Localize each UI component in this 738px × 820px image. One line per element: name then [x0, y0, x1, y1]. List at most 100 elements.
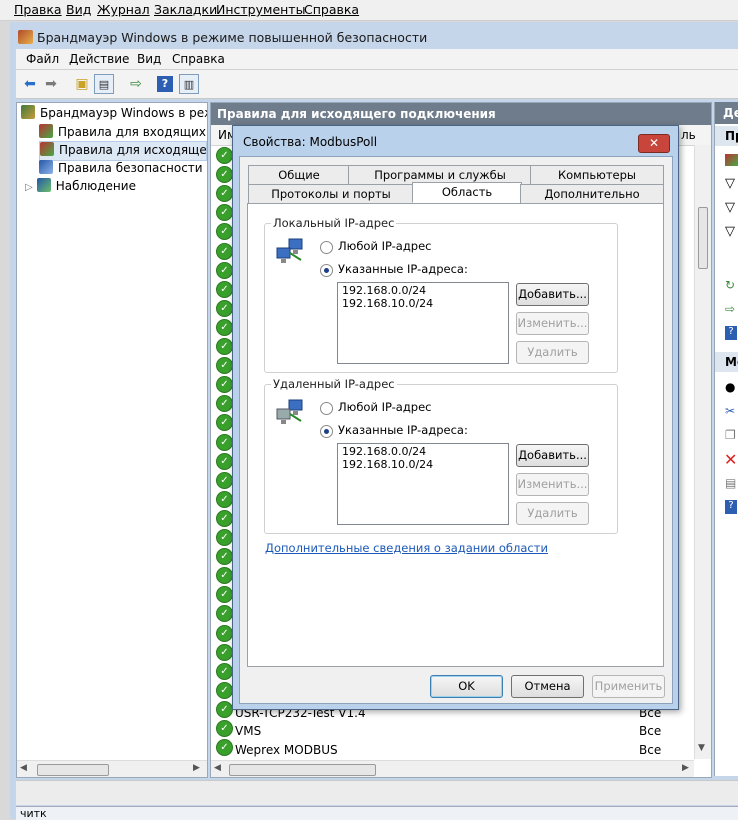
mmc-menu-file[interactable]: Файл: [26, 52, 59, 66]
mmc-menu-view[interactable]: Вид: [137, 52, 161, 66]
visible-rows: USR-TCP232-Test V1.4 Все VMS Все Weprex …: [211, 703, 691, 763]
export-list-icon[interactable]: ⇨: [725, 302, 735, 316]
list-item[interactable]: 192.168.0.0/24: [342, 445, 504, 458]
help-icon[interactable]: ?: [725, 500, 737, 514]
list-item[interactable]: VMS: [235, 724, 261, 738]
show-tree-icon[interactable]: ▤: [94, 74, 114, 94]
tab-protocols[interactable]: Протоколы и порты: [248, 184, 414, 204]
rule-enabled-icon: ✓: [216, 643, 233, 661]
list-item[interactable]: 192.168.10.0/24: [342, 297, 504, 310]
tab-computers[interactable]: Компьютеры: [530, 165, 664, 185]
menu-edit[interactable]: Правка: [14, 2, 62, 17]
scroll-left-icon[interactable]: ◀: [20, 763, 27, 773]
taskbar-item[interactable]: читк: [20, 807, 47, 820]
remote-edit-button[interactable]: Изменить...: [516, 473, 589, 496]
rule-enabled-icon: ✓: [216, 395, 233, 413]
local-edit-button[interactable]: Изменить...: [516, 312, 589, 335]
new-rule-icon[interactable]: [725, 154, 738, 166]
scope-help-link[interactable]: Дополнительные сведения о задании област…: [265, 541, 548, 555]
filter-icon[interactable]: ▽: [725, 200, 735, 215]
disable-rule-icon[interactable]: ●: [725, 380, 735, 394]
remote-add-button[interactable]: Добавить...: [516, 444, 589, 467]
tree-item-root[interactable]: Брандмауэр Windows в режим: [21, 105, 207, 123]
menu-bookmarks[interactable]: Закладки: [154, 2, 217, 17]
rule-enabled-icon: ✓: [216, 414, 233, 432]
tab-scope[interactable]: Область: [412, 182, 522, 203]
rule-enabled-icon: ✓: [216, 509, 233, 527]
column-profile[interactable]: ль: [681, 128, 696, 142]
mmc-menu-action[interactable]: Действие: [69, 52, 129, 66]
list-item-profile: Все: [639, 724, 662, 738]
remote-specified-ip-radio[interactable]: [320, 425, 333, 438]
tab-advanced[interactable]: Дополнительно: [520, 184, 664, 204]
mmc-toolbar: ⬅ ➡ ▣ ▤ ⇨ ? ▥: [16, 70, 738, 99]
menu-history[interactable]: Журнал: [97, 2, 150, 17]
remote-any-ip-radio[interactable]: [320, 402, 333, 415]
cancel-button[interactable]: Отмена: [511, 675, 584, 698]
mmc-title-bar: Брандмауэр Windows в режиме повышенной б…: [10, 26, 738, 48]
expander-icon[interactable]: ▷: [25, 182, 33, 193]
cut-icon[interactable]: ✂: [725, 404, 735, 418]
local-ip-group-label: Локальный IP-адрес: [271, 216, 397, 230]
local-specified-ip-radio[interactable]: [320, 264, 333, 277]
menu-view[interactable]: Вид: [66, 2, 91, 17]
filter-icon[interactable]: ▽: [725, 176, 735, 191]
close-icon[interactable]: ✕: [638, 134, 670, 153]
rule-enabled-icon: ✓: [216, 567, 233, 585]
filter-icon[interactable]: ▽: [725, 224, 735, 239]
back-icon[interactable]: ⬅: [20, 74, 40, 94]
mmc-menu-help[interactable]: Справка: [172, 52, 225, 66]
mmc-menu-bar: Файл Действие Вид Справка: [16, 49, 738, 70]
up-folder-icon[interactable]: ▣: [72, 74, 92, 94]
refresh-icon[interactable]: ↻: [725, 278, 735, 292]
inbound-rules-icon: [39, 124, 53, 138]
remote-remove-button[interactable]: Удалить: [516, 502, 589, 525]
properties-icon[interactable]: ▥: [179, 74, 199, 94]
tree-horizontal-scrollbar[interactable]: ◀ ▶: [17, 760, 207, 777]
menu-tools[interactable]: Инструменты: [216, 2, 305, 17]
local-any-ip-radio[interactable]: [320, 241, 333, 254]
remote-ip-group: Удаленный IP-адрес Любой IP-адрес Указан…: [264, 377, 618, 534]
scroll-right-icon[interactable]: ▶: [193, 763, 200, 773]
scroll-thumb[interactable]: [229, 764, 376, 776]
tree-item-security[interactable]: Правила безопасности по: [39, 160, 207, 178]
tab-general[interactable]: Общие: [248, 165, 350, 185]
ok-button[interactable]: OK: [430, 675, 503, 698]
list-item[interactable]: 192.168.0.0/24: [342, 284, 504, 297]
rule-enabled-icon: ✓: [216, 490, 233, 508]
copy-icon[interactable]: ❐: [725, 428, 736, 442]
list-vertical-scrollbar[interactable]: ▼: [694, 145, 711, 759]
tree-item-outbound[interactable]: Правила для исходящего п: [39, 141, 207, 161]
rule-enabled-icon: ✓: [216, 261, 233, 279]
scroll-down-icon[interactable]: ▼: [698, 743, 705, 753]
local-ip-list[interactable]: 192.168.0.0/24 192.168.10.0/24: [337, 282, 509, 364]
rule-enabled-icon: ✓: [216, 318, 233, 336]
tree-item-monitoring[interactable]: ▷ Наблюдение: [25, 178, 207, 196]
list-horizontal-scrollbar[interactable]: ◀ ▶: [211, 760, 694, 777]
local-specified-ip-label: Указанные IP-адреса:: [338, 262, 468, 276]
export-icon[interactable]: ⇨: [126, 74, 146, 94]
rule-enabled-icon: ✓: [216, 624, 233, 642]
local-remove-button[interactable]: Удалить: [516, 341, 589, 364]
menu-help[interactable]: Справка: [304, 2, 359, 17]
remote-ip-list[interactable]: 192.168.0.0/24 192.168.10.0/24: [337, 443, 509, 525]
tree-item-inbound[interactable]: Правила для входящих по: [39, 124, 207, 142]
rule-enabled-icon: ✓: [216, 433, 233, 451]
delete-icon[interactable]: ✕: [724, 450, 737, 469]
list-item[interactable]: Weprex MODBUS: [235, 743, 338, 757]
scroll-right-icon[interactable]: ▶: [682, 763, 689, 773]
help-icon[interactable]: ?: [725, 326, 737, 340]
scroll-thumb[interactable]: [698, 207, 708, 269]
dialog-body: Общие Программы и службы Компьютеры Прот…: [239, 156, 673, 704]
help-icon[interactable]: ?: [157, 76, 173, 92]
list-item[interactable]: 192.168.10.0/24: [342, 458, 504, 471]
apply-button[interactable]: Применить: [592, 675, 665, 698]
rule-enabled-icon: ✓: [216, 185, 233, 203]
local-add-button[interactable]: Добавить...: [516, 283, 589, 306]
scroll-left-icon[interactable]: ◀: [214, 763, 221, 773]
rule-enabled-icon: ✓: [216, 280, 233, 298]
scope-tab-panel: Локальный IP-адрес Любой IP-адрес Указан…: [247, 203, 664, 667]
forward-icon[interactable]: ➡: [41, 74, 61, 94]
scroll-thumb[interactable]: [37, 764, 109, 776]
properties-icon[interactable]: ▤: [725, 476, 736, 490]
